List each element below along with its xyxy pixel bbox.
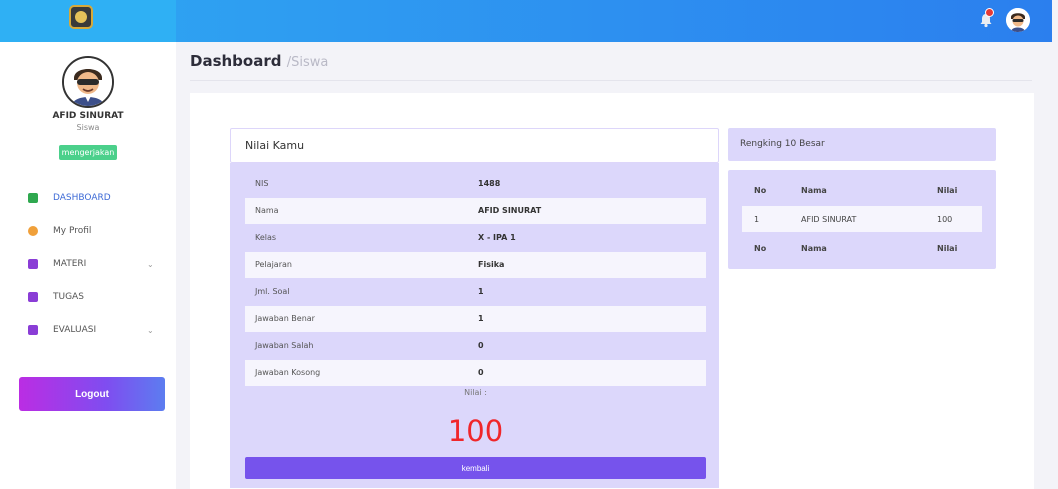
page-subtitle: /Siswa bbox=[286, 55, 329, 70]
row-label: Jml. Soal bbox=[255, 287, 290, 296]
table-row: Jawaban Kosong 0 bbox=[245, 360, 706, 386]
row-value: X - IPA 1 bbox=[478, 233, 516, 242]
profile-avatar bbox=[62, 56, 114, 108]
user-icon bbox=[28, 226, 38, 236]
chevron-down-icon: ⌄ bbox=[147, 325, 154, 335]
sidebar: AFID SINURAT Siswa mengerjakan DASHBOARD… bbox=[0, 42, 176, 489]
row-label: Jawaban Kosong bbox=[255, 368, 321, 377]
table-row: Pelajaran Fisika bbox=[245, 252, 706, 278]
brand-area bbox=[0, 0, 176, 42]
sidebar-item-label: DASHBOARD bbox=[53, 193, 111, 203]
row-label: Jawaban Benar bbox=[255, 314, 315, 323]
sidebar-item-my-profil[interactable]: My Profil bbox=[0, 219, 176, 243]
row-value: 0 bbox=[478, 368, 484, 377]
row-value: Fisika bbox=[478, 260, 505, 269]
school-logo-icon[interactable] bbox=[69, 5, 93, 29]
table-cell: 100 bbox=[937, 215, 953, 224]
ranking-header: Rengking 10 Besar bbox=[728, 128, 996, 161]
row-value: AFID SINURAT bbox=[478, 206, 542, 215]
top-navbar bbox=[0, 0, 1052, 42]
page-title-text: Dashboard bbox=[190, 52, 282, 70]
row-value: 1488 bbox=[478, 179, 501, 188]
sidebar-item-tugas[interactable]: TUGAS bbox=[0, 285, 176, 309]
page-title: Dashboard /Siswa bbox=[190, 52, 328, 70]
table-row: Nama AFID SINURAT bbox=[245, 198, 706, 224]
chevron-down-icon: ⌄ bbox=[147, 259, 154, 269]
user-avatar-icon[interactable] bbox=[1006, 8, 1030, 32]
user-name: AFID SINURAT bbox=[52, 111, 124, 121]
column-footer: Nama bbox=[801, 244, 827, 253]
back-button[interactable]: kembali bbox=[245, 457, 706, 479]
row-value: 0 bbox=[478, 341, 484, 350]
title-divider bbox=[190, 80, 1032, 81]
sidebar-item-materi[interactable]: MATERI ⌄ bbox=[0, 252, 176, 276]
column-footer: No bbox=[754, 244, 767, 253]
nilai-kamu-header: Nilai Kamu bbox=[230, 128, 719, 163]
document-icon bbox=[28, 325, 38, 335]
document-icon bbox=[28, 259, 38, 269]
ranking-title: Rengking 10 Besar bbox=[740, 139, 825, 149]
sidebar-item-label: My Profil bbox=[53, 226, 92, 236]
row-label: Pelajaran bbox=[255, 260, 292, 269]
row-label: Kelas bbox=[255, 233, 277, 242]
status-badge: mengerjakan bbox=[59, 145, 117, 160]
user-role: Siswa bbox=[76, 123, 100, 132]
score-value: 100 bbox=[447, 414, 504, 448]
table-footer-row: No Nama Nilai bbox=[742, 235, 982, 261]
table-cell: AFID SINURAT bbox=[801, 215, 857, 224]
ranking-table: No Nama Nilai 1 AFID SINURAT 100 No Nama… bbox=[742, 177, 982, 261]
row-value: 1 bbox=[478, 287, 484, 296]
column-header: Nilai bbox=[937, 186, 958, 195]
sidebar-item-label: MATERI bbox=[53, 259, 87, 269]
nilai-label: Nilai : bbox=[464, 388, 487, 397]
row-label: Nama bbox=[255, 206, 279, 215]
table-cell: 1 bbox=[754, 215, 760, 224]
table-row: Kelas X - IPA 1 bbox=[245, 225, 706, 251]
column-header: Nama bbox=[801, 186, 827, 195]
logout-button[interactable]: Logout bbox=[19, 377, 165, 411]
table-header-row: No Nama Nilai bbox=[742, 177, 982, 203]
column-header: No bbox=[754, 186, 767, 195]
table-row: Jml. Soal 1 bbox=[245, 279, 706, 305]
sidebar-item-dashboard[interactable]: DASHBOARD bbox=[0, 186, 176, 210]
table-row: NIS 1488 bbox=[245, 171, 706, 197]
row-label: NIS bbox=[255, 179, 269, 188]
table-row: 1 AFID SINURAT 100 bbox=[742, 206, 982, 232]
sidebar-item-evaluasi[interactable]: EVALUASI ⌄ bbox=[0, 318, 176, 342]
column-footer: Nilai bbox=[937, 244, 958, 253]
table-row: Jawaban Benar 1 bbox=[245, 306, 706, 332]
sidebar-item-label: TUGAS bbox=[53, 292, 84, 302]
document-icon bbox=[28, 292, 38, 302]
notification-badge bbox=[985, 8, 994, 17]
row-label: Jawaban Salah bbox=[255, 341, 314, 350]
sidebar-item-label: EVALUASI bbox=[53, 325, 97, 335]
nilai-kamu-title: Nilai Kamu bbox=[245, 139, 305, 152]
table-row: Jawaban Salah 0 bbox=[245, 333, 706, 359]
dashboard-icon bbox=[28, 193, 38, 203]
row-value: 1 bbox=[478, 314, 484, 323]
